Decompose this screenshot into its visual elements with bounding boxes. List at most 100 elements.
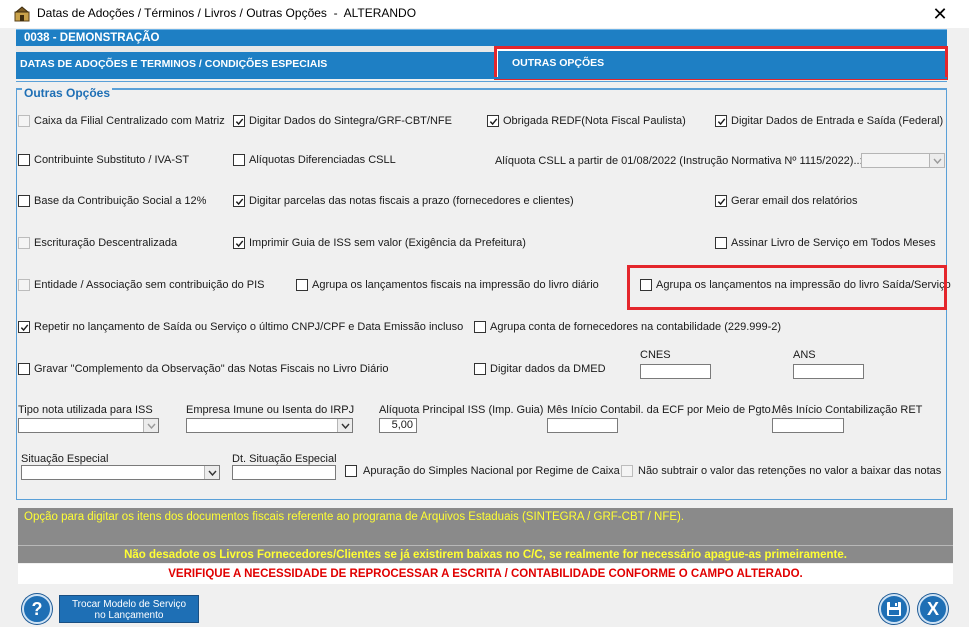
checkbox-nao-subtrair[interactable]: Não subtrair o valor das retenções no va… — [621, 465, 941, 477]
floppy-icon — [887, 602, 901, 616]
checkbox-parcelas[interactable]: Digitar parcelas das notas fiscais a pra… — [233, 195, 574, 207]
cnes-label: CNES — [640, 349, 671, 361]
checkbox-label: Gravar "Complemento da Observação" das N… — [34, 363, 389, 375]
aliquota-csll-label: Alíquota CSLL a partir de 01/08/2022 (In… — [495, 155, 863, 167]
checkbox-gravar-complemento[interactable]: Gravar "Complemento da Observação" das N… — [18, 363, 388, 375]
checkbox-box — [345, 465, 357, 477]
check-icon — [235, 118, 243, 125]
checkbox-simples-nacional[interactable]: Apuração do Simples Nacional por Regime … — [345, 465, 620, 477]
check-icon — [717, 198, 725, 205]
group-title: Outras Opções — [22, 86, 113, 100]
ans-label: ANS — [793, 349, 816, 361]
save-button[interactable] — [879, 594, 909, 624]
ans-input[interactable] — [793, 364, 864, 379]
checkbox-box — [715, 237, 727, 249]
checkbox-label: Imprimir Guia de ISS sem valor (Exigênci… — [249, 237, 526, 249]
checkbox-label: Gerar email dos relatórios — [731, 195, 858, 207]
chevron-down-icon — [337, 419, 352, 432]
checkbox-label: Digitar parcelas das notas fiscais a pra… — [249, 195, 574, 207]
checkbox-box — [296, 279, 308, 291]
checkbox-agrupa-diario[interactable]: Agrupa os lançamentos fiscais na impress… — [296, 279, 599, 291]
dt-situacao-label: Dt. Situação Especial — [232, 453, 337, 465]
app-icon — [14, 6, 30, 22]
checkbox-substituto[interactable]: Contribuinte Substituto / IVA-ST — [18, 154, 189, 166]
checkbox-box — [715, 115, 727, 127]
checkbox-label: Apuração do Simples Nacional por Regime … — [363, 465, 620, 477]
info-message: Opção para digitar os itens dos document… — [18, 508, 953, 545]
checkbox-box — [487, 115, 499, 127]
check-icon — [717, 118, 725, 125]
checkbox-redf[interactable]: Obrigada REDF(Nota Fiscal Paulista) — [487, 115, 686, 127]
checkbox-label: Digitar Dados do Sintegra/GRF-CBT/NFE — [249, 115, 452, 127]
checkbox-gerar-email[interactable]: Gerar email dos relatórios — [715, 195, 858, 207]
dt-situacao-input[interactable] — [232, 465, 336, 480]
button-label-line2: no Lançamento — [94, 610, 164, 621]
close-button[interactable]: X — [918, 594, 948, 624]
trocar-modelo-servico-button[interactable]: Trocar Modelo de Serviço no Lançamento — [59, 595, 199, 623]
checkbox-dmed[interactable]: Digitar dados da DMED — [474, 363, 606, 375]
company-bar: 0038 - DEMONSTRAÇÃO — [16, 29, 947, 46]
empresa-imune-select[interactable] — [186, 418, 353, 433]
checkbox-box — [18, 279, 30, 291]
chevron-down-icon — [929, 154, 944, 167]
cnes-input[interactable] — [640, 364, 711, 379]
checkbox-box — [621, 465, 633, 477]
aliquota-csll-select[interactable] — [861, 153, 945, 168]
mes-ret-input[interactable] — [772, 418, 844, 433]
checkbox-label: Obrigada REDF(Nota Fiscal Paulista) — [503, 115, 686, 127]
warning-message: Não desadote os Livros Fornecedores/Clie… — [18, 545, 953, 563]
checkbox-sintegra[interactable]: Digitar Dados do Sintegra/GRF-CBT/NFE — [233, 115, 452, 127]
checkbox-assinar-livro[interactable]: Assinar Livro de Serviço em Todos Meses — [715, 237, 936, 249]
checkbox-box — [18, 154, 30, 166]
aliquota-iss-label: Alíquota Principal ISS (Imp. Guia) — [379, 404, 544, 416]
checkbox-escrituracao-descentralizada[interactable]: Escrituração Descentralizada — [18, 237, 177, 249]
check-icon — [20, 324, 28, 331]
chevron-down-icon — [143, 419, 158, 432]
check-icon — [235, 198, 243, 205]
check-icon — [235, 240, 243, 247]
checkbox-label: Caixa da Filial Centralizado com Matriz — [34, 115, 225, 127]
tipo-nota-select[interactable] — [18, 418, 159, 433]
mes-ecf-label: Mês Início Contabil. da ECF por Meio de … — [547, 404, 774, 416]
option-highlight-box — [627, 265, 947, 310]
situacao-especial-select[interactable] — [21, 465, 220, 480]
window-title: Datas de Adoções / Términos / Livros / O… — [37, 6, 417, 20]
checkbox-box — [18, 321, 30, 333]
checkbox-box — [18, 195, 30, 207]
checkbox-label: Base da Contribuição Social a 12% — [34, 195, 207, 207]
checkbox-label: Digitar dados da DMED — [490, 363, 606, 375]
window-close-button[interactable]: ✕ — [928, 2, 952, 26]
checkbox-aliquotas-csll[interactable]: Alíquotas Diferenciadas CSLL — [233, 154, 396, 166]
mes-ecf-input[interactable] — [547, 418, 618, 433]
checkbox-box — [715, 195, 727, 207]
mes-ret-label: Mês Início Contabilização RET — [772, 404, 923, 416]
checkbox-label: Contribuinte Substituto / IVA-ST — [34, 154, 190, 166]
alert-message: VERIFIQUE A NECESSIDADE DE REPROCESSAR A… — [18, 564, 953, 584]
checkbox-caixa-filial[interactable]: Caixa da Filial Centralizado com Matriz — [18, 115, 225, 127]
checkbox-box — [474, 363, 486, 375]
checkbox-label: Repetir no lançamento de Saída ou Serviç… — [34, 321, 464, 333]
checkbox-box — [18, 115, 30, 127]
chevron-down-icon — [204, 466, 219, 479]
checkbox-box — [233, 154, 245, 166]
checkbox-base-contribuicao[interactable]: Base da Contribuição Social a 12% — [18, 195, 206, 207]
checkbox-repetir-cnpj[interactable]: Repetir no lançamento de Saída ou Serviç… — [18, 321, 463, 333]
situacao-especial-label: Situação Especial — [21, 453, 109, 465]
empresa-imune-label: Empresa Imune ou Isenta do IRPJ — [186, 404, 355, 416]
checkbox-box — [233, 195, 245, 207]
checkbox-entrada-saida[interactable]: Digitar Dados de Entrada e Saída (Federa… — [715, 115, 943, 127]
aliquota-iss-input[interactable]: 5,00 — [379, 418, 417, 433]
checkbox-entidade[interactable]: Entidade / Associação sem contribuição d… — [18, 279, 265, 291]
checkbox-label: Escrituração Descentralizada — [34, 237, 178, 249]
checkbox-label: Não subtrair o valor das retenções no va… — [638, 465, 942, 477]
checkbox-label: Agrupa os lançamentos fiscais na impress… — [312, 279, 599, 291]
checkbox-label: Entidade / Associação sem contribuição d… — [34, 279, 265, 291]
tab-datas-adocoes[interactable]: DATAS DE ADOÇÕES E TERMINOS / CONDIÇÕES … — [16, 49, 494, 77]
help-button[interactable]: ? — [22, 594, 52, 624]
checkbox-box — [233, 115, 245, 127]
checkbox-guia-iss[interactable]: Imprimir Guia de ISS sem valor (Exigênci… — [233, 237, 526, 249]
checkbox-agrupa-fornecedores[interactable]: Agrupa conta de fornecedores na contabil… — [474, 321, 781, 333]
close-icon: X — [926, 598, 939, 619]
check-icon — [489, 118, 497, 125]
tab-selection-highlight — [494, 46, 948, 80]
